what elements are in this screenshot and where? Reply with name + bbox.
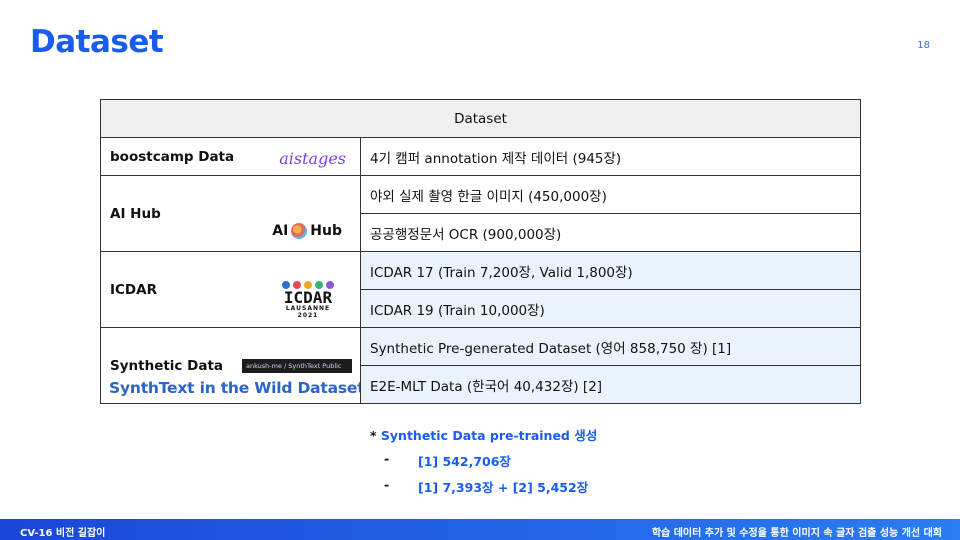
dataset-table: Dataset boostcamp Data aistages 4기 캠퍼 an… bbox=[100, 99, 861, 404]
dataset-item: 4기 캠퍼 annotation 제작 데이터 (945장) bbox=[360, 137, 861, 176]
source-name: boostcamp Data bbox=[110, 148, 235, 165]
aihub-brain-icon bbox=[291, 223, 308, 239]
page-title: Dataset bbox=[30, 24, 164, 60]
aihub-logo-part: AI bbox=[272, 223, 289, 239]
table-row: AI Hub AI Hub 야외 실제 촬영 한글 이미지 (450,000장) bbox=[100, 175, 861, 252]
note-item-text: [1] 7,393장 + [2] 5,452장 bbox=[418, 480, 589, 495]
dataset-item: ICDAR 17 (Train 7,200장, Valid 1,800장) bbox=[360, 251, 861, 290]
note-item: - [1] 7,393장 + [2] 5,452장 bbox=[370, 477, 597, 496]
source-cell-icdar: ICDAR ICDAR LAUSANNE 2021 bbox=[100, 251, 361, 328]
note-dash: - bbox=[384, 451, 390, 466]
source-cell-aihub: AI Hub AI Hub bbox=[100, 175, 361, 252]
note-heading: * Synthetic Data pre-trained 생성 bbox=[370, 425, 597, 444]
footer-bar: CV-16 비전 길잡이 학습 데이터 추가 및 수정을 통한 이미지 속 글자… bbox=[0, 519, 960, 540]
icdar-logo: ICDAR LAUSANNE 2021 bbox=[274, 281, 342, 319]
note-item: - [1] 542,706장 bbox=[370, 451, 597, 470]
icdar-logo-sub: LAUSANNE 2021 bbox=[285, 305, 331, 319]
note-star: * bbox=[370, 428, 377, 443]
repo-badge: ankush-me / SynthText Public bbox=[242, 359, 352, 373]
aihub-logo: AI Hub bbox=[272, 223, 342, 239]
table-header: Dataset bbox=[100, 99, 861, 138]
dataset-item: 야외 실제 촬영 한글 이미지 (450,000장) bbox=[360, 175, 861, 214]
source-cell-synthetic: Synthetic Data ankush-me / SynthText Pub… bbox=[100, 327, 361, 404]
source-name: ICDAR bbox=[110, 281, 157, 298]
table-row: boostcamp Data aistages 4기 캠퍼 annotation… bbox=[100, 137, 861, 176]
source-cell-boostcamp: boostcamp Data aistages bbox=[100, 137, 361, 176]
note-dash: - bbox=[384, 477, 390, 492]
notes: * Synthetic Data pre-trained 생성 - [1] 54… bbox=[370, 425, 597, 496]
icdar-logo-text: ICDAR bbox=[283, 288, 333, 307]
table-header-row: Dataset bbox=[100, 99, 861, 138]
aistages-logo: aistages bbox=[279, 149, 346, 168]
source-name: Synthetic Data bbox=[110, 357, 224, 374]
aihub-logo-text: Hub bbox=[310, 223, 342, 239]
table-row: Synthetic Data ankush-me / SynthText Pub… bbox=[100, 327, 861, 404]
footer-team-name: CV-16 비전 길잡이 bbox=[20, 528, 106, 539]
page-number: 18 bbox=[917, 40, 930, 51]
dataset-item: ICDAR 19 (Train 10,000장) bbox=[360, 289, 861, 328]
source-name: AI Hub bbox=[110, 205, 161, 222]
footer-competition-title: 학습 데이터 추가 및 수정을 통한 이미지 속 글자 검출 성능 개선 대회 bbox=[651, 528, 942, 539]
table-row: ICDAR ICDAR LAUSANNE 2021 ICDAR 17 (Trai… bbox=[100, 251, 861, 328]
note-item-text: [1] 542,706장 bbox=[418, 454, 511, 469]
dataset-item: Synthetic Pre-generated Dataset (영어 858,… bbox=[360, 327, 861, 366]
dataset-item: E2E-MLT Data (한국어 40,432장) [2] bbox=[360, 365, 861, 404]
note-heading-text: Synthetic Data pre-trained 생성 bbox=[380, 428, 598, 443]
dataset-item: 공공행정문서 OCR (900,000장) bbox=[360, 213, 861, 252]
synthtext-logo: SynthText in the Wild Dataset bbox=[109, 379, 361, 397]
